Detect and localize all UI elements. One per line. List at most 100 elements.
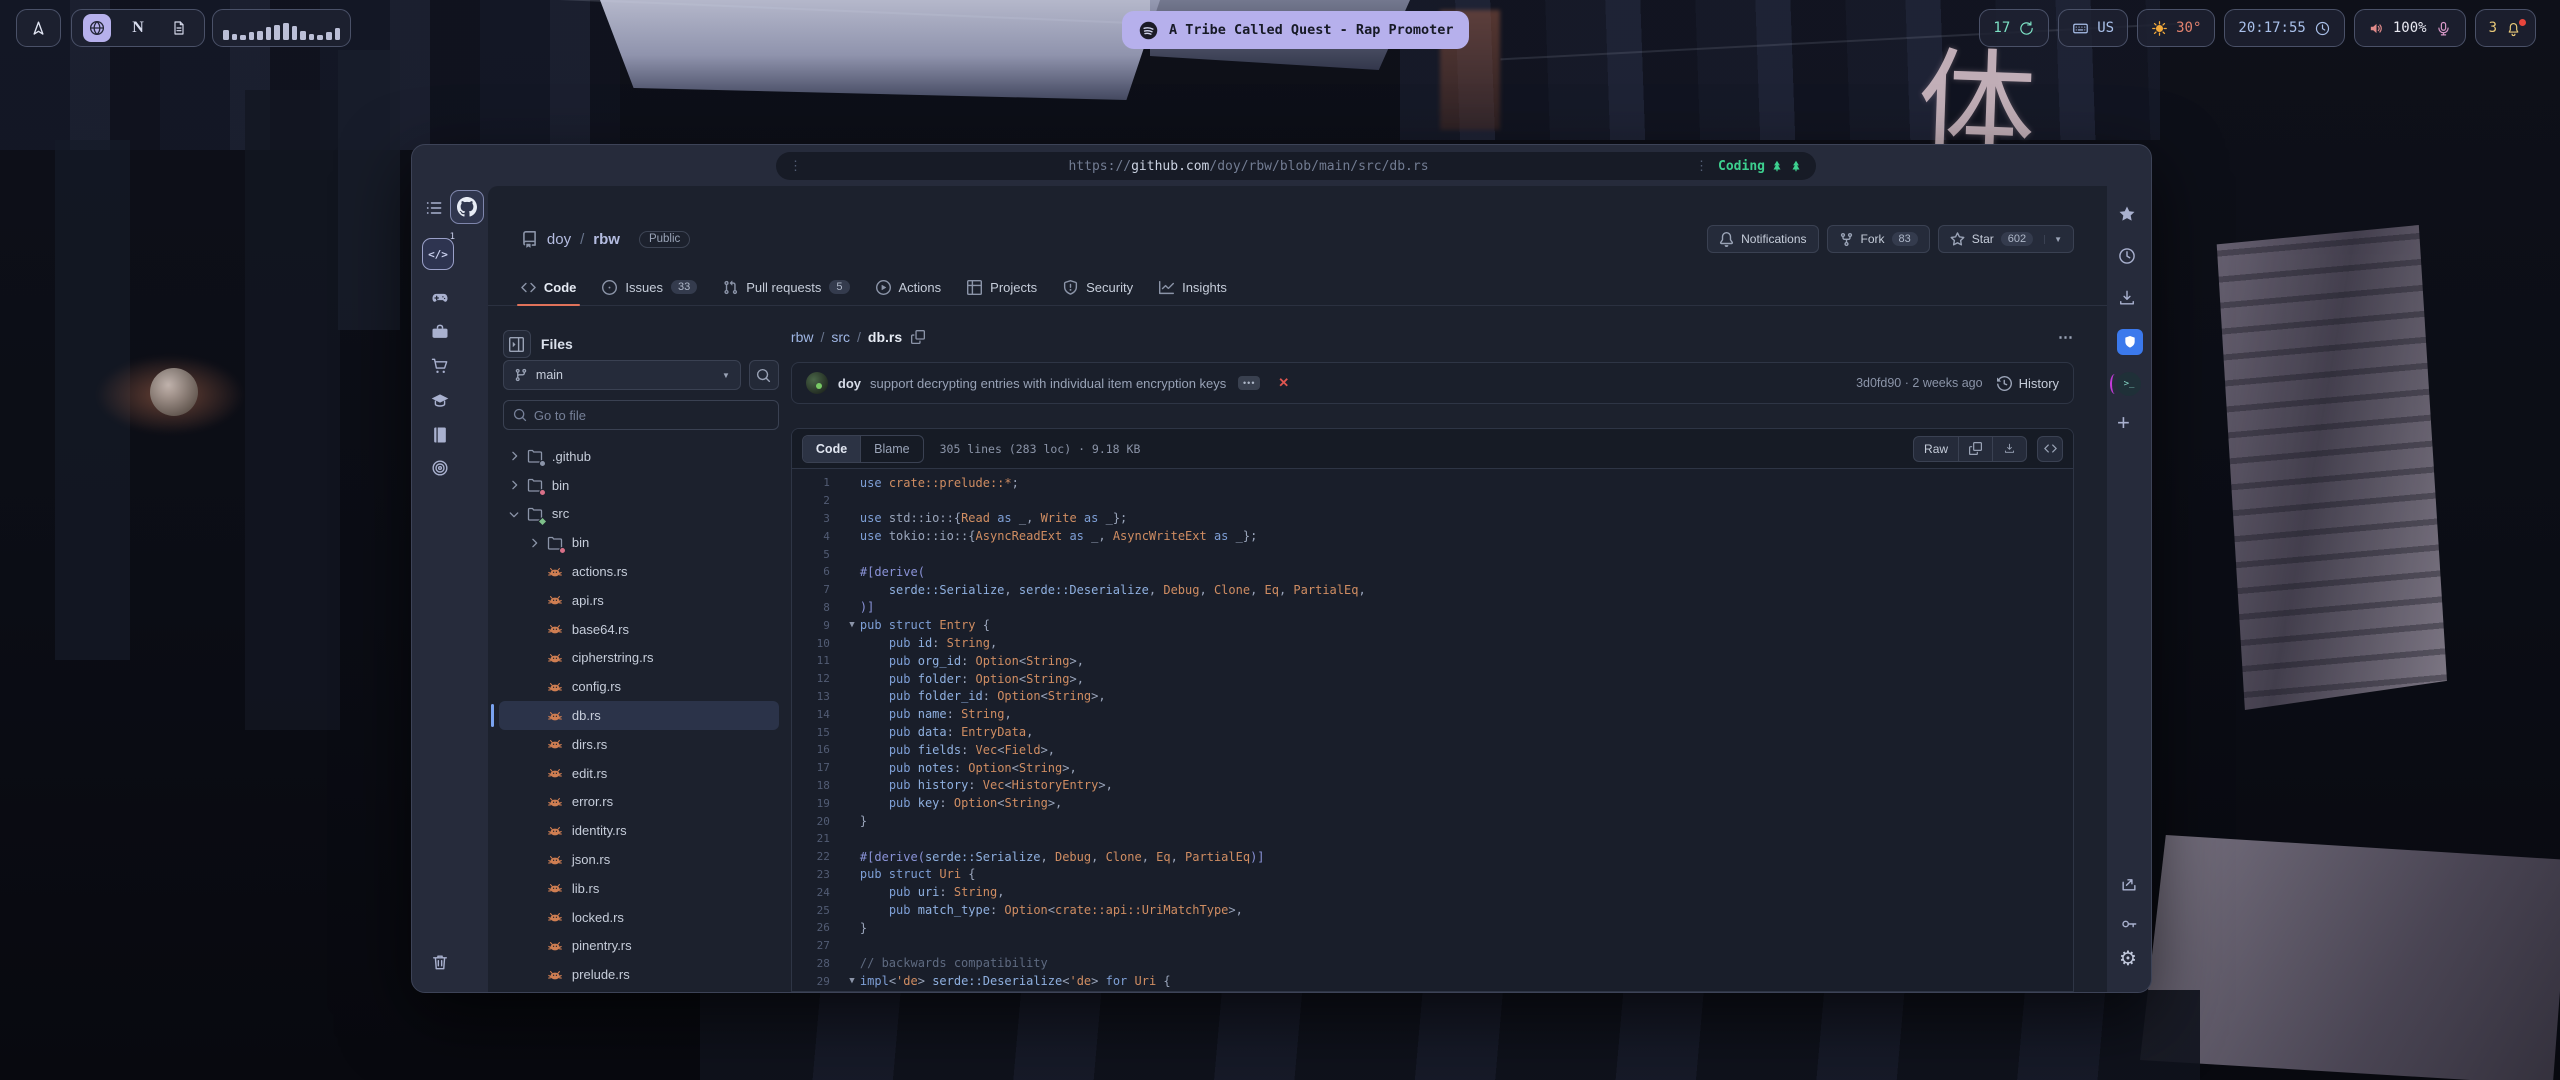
workspace-code[interactable]: </>1 xyxy=(422,238,454,270)
commit-expand-button[interactable]: ••• xyxy=(1238,376,1260,390)
repo-owner[interactable]: doy xyxy=(547,231,571,248)
line-number[interactable]: 4 xyxy=(792,530,844,543)
tree-item-identity-rs[interactable]: identity.rs xyxy=(499,816,779,845)
tab-issues[interactable]: Issues33 xyxy=(602,269,697,305)
line-number[interactable]: 7 xyxy=(792,583,844,596)
tree-item-json-rs[interactable]: json.rs xyxy=(499,845,779,874)
tray-weather[interactable]: 30° xyxy=(2137,9,2215,47)
line-number[interactable]: 27 xyxy=(792,939,844,952)
repo-title[interactable]: doy / rbw Public xyxy=(521,231,690,248)
tree-item-lib-rs[interactable]: lib.rs xyxy=(499,874,779,903)
tab-code-view[interactable]: Code xyxy=(803,436,860,462)
new-tab-button[interactable]: + xyxy=(2117,412,2130,434)
bitwarden-button[interactable] xyxy=(2117,329,2143,355)
tree-item-db-rs[interactable]: db.rs xyxy=(499,701,779,730)
chevron-down-icon[interactable] xyxy=(507,507,521,521)
line-number[interactable]: 14 xyxy=(792,708,844,721)
downloads-button[interactable] xyxy=(2117,288,2137,308)
tree-item-actions-rs[interactable]: actions.rs xyxy=(499,557,779,586)
app-browser[interactable] xyxy=(83,14,111,42)
chevron-right-icon[interactable] xyxy=(527,536,541,550)
line-number[interactable]: 17 xyxy=(792,761,844,774)
repo-name[interactable]: rbw xyxy=(593,231,620,248)
line-number[interactable]: 28 xyxy=(792,957,844,970)
line-number[interactable]: 13 xyxy=(792,690,844,703)
line-number[interactable]: 6 xyxy=(792,565,844,578)
fold-chevron-icon[interactable]: ▼ xyxy=(844,976,860,986)
download-file-button[interactable] xyxy=(1992,437,2026,461)
app-notes[interactable]: N xyxy=(124,14,152,42)
tree-item-pinentry-rs[interactable]: pinentry.rs xyxy=(499,932,779,961)
tray-keyboard-layout[interactable]: US xyxy=(2058,9,2128,47)
tree-item-api-rs[interactable]: api.rs xyxy=(499,586,779,615)
tree-item-src[interactable]: src xyxy=(499,500,779,529)
copy-file-button[interactable] xyxy=(1958,437,1992,461)
tree-item--github[interactable]: .github xyxy=(499,442,779,471)
tree-item-error-rs[interactable]: error.rs xyxy=(499,788,779,817)
tab-pull-requests[interactable]: Pull requests5 xyxy=(723,269,849,305)
tab-github[interactable] xyxy=(450,190,484,224)
sidebar-menu-icon[interactable] xyxy=(424,198,444,218)
line-number[interactable]: 20 xyxy=(792,815,844,828)
workspace-work[interactable] xyxy=(430,322,450,342)
line-number[interactable]: 26 xyxy=(792,921,844,934)
line-number[interactable]: 5 xyxy=(792,548,844,561)
line-number[interactable]: 21 xyxy=(792,832,844,845)
line-number[interactable]: 16 xyxy=(792,743,844,756)
line-number[interactable]: 2 xyxy=(792,494,844,507)
workspace-school[interactable] xyxy=(430,391,450,411)
terminal-extension-button[interactable]: >_ xyxy=(2117,372,2141,396)
trash-icon[interactable] xyxy=(430,952,450,972)
tree-item-prelude-rs[interactable]: prelude.rs xyxy=(499,960,779,989)
tab-projects[interactable]: Projects xyxy=(967,269,1037,305)
app-documents[interactable] xyxy=(165,14,193,42)
line-number[interactable]: 3 xyxy=(792,512,844,525)
raw-button[interactable]: Raw xyxy=(1914,437,1958,461)
tree-item-dirs-rs[interactable]: dirs.rs xyxy=(499,730,779,759)
symbols-button[interactable] xyxy=(2037,436,2063,462)
passwords-button[interactable] xyxy=(2119,914,2139,934)
file-search-button[interactable] xyxy=(749,360,779,390)
app-switcher[interactable]: N xyxy=(71,9,205,47)
workspace-reading[interactable] xyxy=(430,425,450,445)
launcher-button[interactable] xyxy=(16,9,61,47)
tab-security[interactable]: Security xyxy=(1063,269,1133,305)
star-dropdown-caret-icon[interactable]: ▼ xyxy=(2044,235,2062,244)
tray-updates[interactable]: 17 xyxy=(1979,9,2049,47)
line-number[interactable]: 22 xyxy=(792,850,844,863)
line-number[interactable]: 18 xyxy=(792,779,844,792)
collapse-panel-button[interactable] xyxy=(503,330,531,358)
more-options-button[interactable]: ⋯ xyxy=(2058,328,2074,346)
commit-status-failed-icon[interactable]: ✕ xyxy=(1278,375,1289,391)
commit-message[interactable]: support decrypting entries with individu… xyxy=(870,376,1226,391)
workspace-shopping[interactable] xyxy=(430,356,450,376)
tab-actions[interactable]: Actions xyxy=(876,269,942,305)
line-number[interactable]: 1 xyxy=(792,476,844,489)
line-number[interactable]: 29 xyxy=(792,975,844,988)
tree-item-base64-rs[interactable]: base64.rs xyxy=(499,615,779,644)
tab-code[interactable]: Code xyxy=(521,269,577,305)
line-number[interactable]: 23 xyxy=(792,868,844,881)
line-number[interactable]: 24 xyxy=(792,886,844,899)
tab-blame-view[interactable]: Blame xyxy=(860,436,922,462)
workspace-games[interactable] xyxy=(430,288,450,308)
chevron-right-icon[interactable] xyxy=(507,449,521,463)
tree-item-edit-rs[interactable]: edit.rs xyxy=(499,759,779,788)
star-button[interactable]: Star 602 ▼ xyxy=(1938,225,2074,253)
history-button[interactable] xyxy=(2117,246,2137,266)
go-to-file-input[interactable] xyxy=(534,408,769,423)
tree-item-cipherstring-rs[interactable]: cipherstring.rs xyxy=(499,644,779,673)
tree-item-bin[interactable]: bin xyxy=(499,528,779,557)
commit-sha-and-date[interactable]: 3d0fd90 · 2 weeks ago xyxy=(1856,376,1983,390)
tree-item-bin[interactable]: bin xyxy=(499,471,779,500)
address-bar[interactable]: ⋮ https://github.com/doy/rbw/blob/main/s… xyxy=(776,152,1816,180)
bookmarks-button[interactable] xyxy=(2117,204,2137,224)
line-number[interactable]: 12 xyxy=(792,672,844,685)
commit-author[interactable]: doy xyxy=(838,376,861,391)
tray-notifications[interactable]: 3 xyxy=(2475,9,2536,47)
fold-chevron-icon[interactable]: ▼ xyxy=(844,620,860,630)
branch-selector[interactable]: main ▼ xyxy=(503,360,741,390)
line-number[interactable]: 10 xyxy=(792,637,844,650)
tray-clock[interactable]: 20:17:55 xyxy=(2224,9,2344,47)
go-to-file-field[interactable] xyxy=(503,400,779,430)
